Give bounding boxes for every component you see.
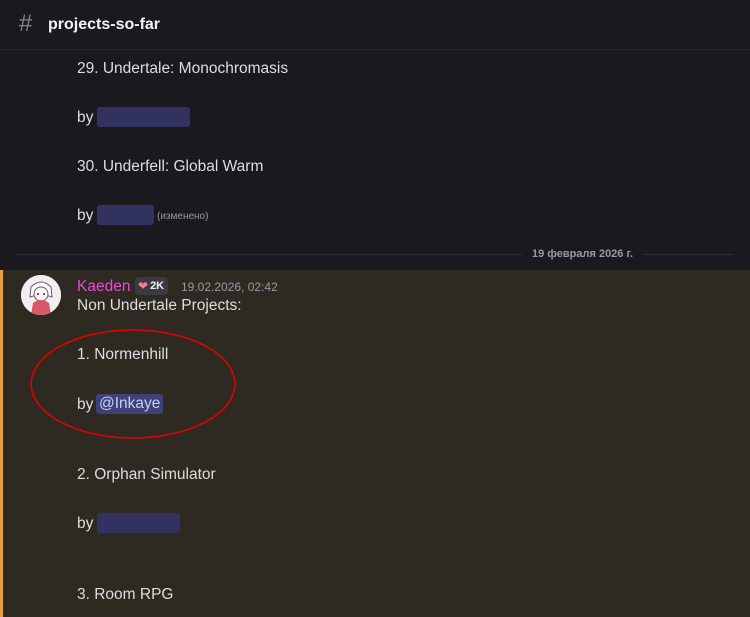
mention-highlight-bar (0, 270, 3, 617)
channel-hash-icon: # (19, 10, 33, 37)
server-tag-badge[interactable]: ❤ 2K (135, 277, 169, 295)
project-29-title: 29. Undertale: Monochromasis (77, 60, 289, 77)
message-timestamp[interactable]: 19.02.2026, 02:42 (181, 280, 278, 294)
redacted-username (97, 107, 190, 127)
channel-header: # projects-so-far (0, 0, 750, 50)
project-29-by: by (77, 109, 94, 126)
edited-label: (изменено) (157, 211, 209, 222)
badge-label: 2K (150, 280, 165, 292)
project-1-by: by (77, 396, 94, 413)
avatar-icon (21, 275, 61, 315)
project-3-title: 3. Room RPG (77, 586, 174, 603)
user-mention[interactable]: @Inkaye (96, 394, 164, 414)
date-divider-text: 19 февраля 2026 г. (522, 247, 644, 261)
project-30-by: by (77, 207, 94, 224)
project-2-by: by (77, 515, 94, 532)
author-avatar[interactable] (21, 275, 61, 315)
project-1-title: 1. Normenhill (77, 346, 169, 363)
project-2-title: 2. Orphan Simulator (77, 466, 216, 483)
channel-name[interactable]: projects-so-far (48, 16, 160, 34)
redacted-username (97, 513, 180, 533)
message-heading: Non Undertale Projects: (77, 297, 242, 314)
highlighted-message (0, 270, 750, 617)
redacted-username (97, 205, 154, 225)
date-divider: 19 февраля 2026 г. (0, 244, 750, 264)
author-name[interactable]: Kaeden (77, 277, 130, 297)
project-30-title: 30. Underfell: Global Warm (77, 158, 264, 175)
heart-icon: ❤ (138, 279, 149, 293)
